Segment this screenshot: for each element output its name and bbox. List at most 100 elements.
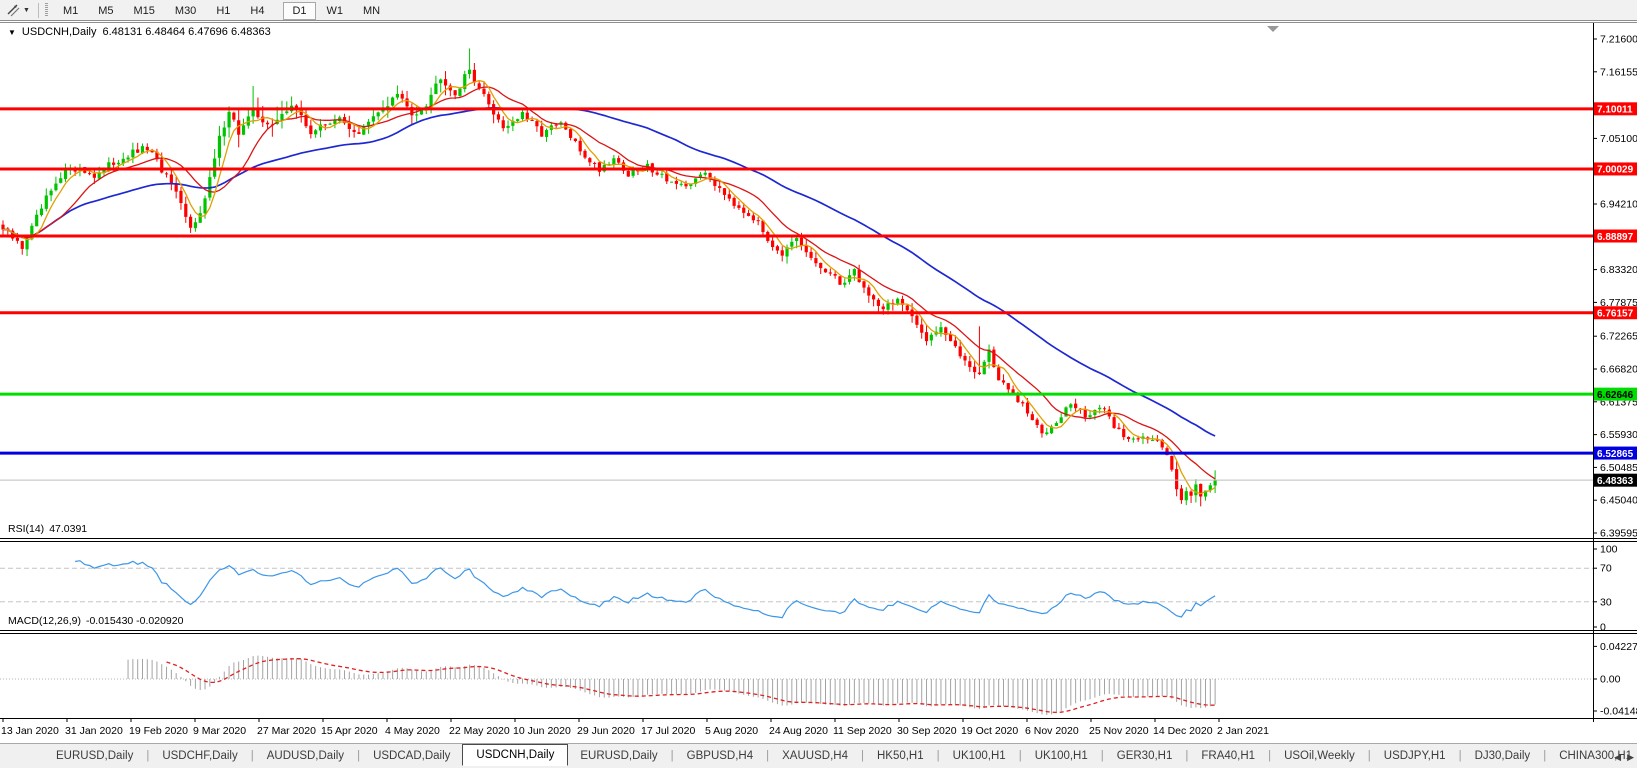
svg-text:31 Jan 2020: 31 Jan 2020 bbox=[65, 725, 123, 737]
svg-text:6.72265: 6.72265 bbox=[1600, 331, 1637, 343]
svg-text:22 May 2020: 22 May 2020 bbox=[449, 725, 510, 737]
tab-scroll-left-icon[interactable]: ◀ bbox=[1614, 752, 1621, 763]
svg-text:0.042275: 0.042275 bbox=[1600, 641, 1637, 653]
svg-text:6.52865: 6.52865 bbox=[1597, 449, 1634, 460]
chart-menu-caret-icon[interactable]: ▼ bbox=[8, 28, 16, 37]
svg-text:13 Jan 2020: 13 Jan 2020 bbox=[1, 725, 59, 737]
toolbar-grip-handle[interactable] bbox=[44, 3, 48, 17]
timeframe-h4-button[interactable]: H4 bbox=[241, 2, 273, 20]
tab-audusd-daily[interactable]: AUDUSD,Daily bbox=[255, 747, 356, 765]
svg-text:24 Aug 2020: 24 Aug 2020 bbox=[769, 725, 828, 737]
tab-usdcad-daily[interactable]: USDCAD,Daily bbox=[361, 747, 462, 765]
tab-usdjpy-h1[interactable]: USDJPY,H1 bbox=[1372, 747, 1458, 765]
svg-text:19 Oct 2020: 19 Oct 2020 bbox=[961, 725, 1018, 737]
svg-text:7.21600: 7.21600 bbox=[1600, 34, 1637, 46]
svg-text:100: 100 bbox=[1600, 544, 1618, 556]
price-axis-badge: 6.48363 bbox=[1594, 473, 1637, 487]
svg-text:9 Mar 2020: 9 Mar 2020 bbox=[193, 725, 246, 737]
svg-text:5 Aug 2020: 5 Aug 2020 bbox=[705, 725, 758, 737]
macd-values: -0.015430 -0.020920 bbox=[85, 615, 184, 627]
price-axis-badge: 6.76157 bbox=[1594, 306, 1637, 320]
svg-text:10 Jun 2020: 10 Jun 2020 bbox=[513, 725, 571, 737]
svg-text:0: 0 bbox=[1600, 622, 1606, 634]
toolbar-separator bbox=[37, 2, 39, 18]
cursor-tool-icon[interactable] bbox=[5, 3, 21, 18]
svg-text:70: 70 bbox=[1600, 563, 1612, 575]
timeframe-h1-button[interactable]: H1 bbox=[207, 2, 239, 20]
macd-indicator-label: MACD(12,26,9) -0.015430 -0.020920 bbox=[8, 615, 183, 627]
svg-text:7.05100: 7.05100 bbox=[1600, 133, 1637, 145]
svg-text:6 Nov 2020: 6 Nov 2020 bbox=[1025, 725, 1079, 737]
symbol-tab-bar: EURUSD,Daily | USDCHF,Daily | AUDUSD,Daily | U… bbox=[0, 743, 1637, 768]
svg-text:25 Nov 2020: 25 Nov 2020 bbox=[1089, 725, 1149, 737]
price-axis-badge: 6.62646 bbox=[1594, 387, 1637, 401]
timeframe-m1-button[interactable]: M1 bbox=[54, 2, 87, 20]
svg-text:14 Dec 2020: 14 Dec 2020 bbox=[1153, 725, 1213, 737]
svg-text:4 May 2020: 4 May 2020 bbox=[385, 725, 440, 737]
price-axis-badge: 7.10011 bbox=[1594, 102, 1637, 116]
chart-area[interactable]: 7.21600 7.16155 7.05100 6.94210 6.83320 6.778… bbox=[0, 22, 1637, 742]
svg-text:6.62646: 6.62646 bbox=[1597, 390, 1634, 401]
svg-text:19 Feb 2020: 19 Feb 2020 bbox=[129, 725, 188, 737]
tab-gbpusd-h4[interactable]: GBPUSD,H4 bbox=[675, 747, 765, 765]
tab-ger30-h1[interactable]: GER30,H1 bbox=[1105, 747, 1185, 765]
chart-ohlc-values: 6.48131 6.48464 6.47696 6.48363 bbox=[102, 26, 271, 38]
svg-text:6.50485: 6.50485 bbox=[1600, 462, 1637, 474]
svg-text:6.83320: 6.83320 bbox=[1600, 264, 1637, 276]
tab-uk100-h1[interactable]: UK100,H1 bbox=[1023, 747, 1100, 765]
price-axis-badge: 7.00029 bbox=[1594, 162, 1637, 176]
svg-text:30: 30 bbox=[1600, 596, 1612, 608]
macd-name: MACD(12,26,9) bbox=[8, 615, 81, 627]
chart-symbol-label: USDCNH,Daily bbox=[21, 26, 97, 38]
tab-scroll-buttons: ◀ ▶ bbox=[1614, 752, 1634, 763]
svg-text:6.48363: 6.48363 bbox=[1597, 476, 1634, 487]
price-axis-badge: 6.52865 bbox=[1594, 446, 1637, 460]
tab-scroll-right-icon[interactable]: ▶ bbox=[1627, 752, 1634, 763]
svg-text:2 Jan 2021: 2 Jan 2021 bbox=[1217, 725, 1269, 737]
tab-xauusd-h4[interactable]: XAUUSD,H4 bbox=[770, 747, 860, 765]
rsi-name: RSI(14) bbox=[8, 523, 45, 535]
price-axis-badge: 6.88897 bbox=[1594, 229, 1637, 243]
tab-usoil-weekly[interactable]: USOil,Weekly bbox=[1272, 747, 1367, 765]
rsi-indicator-label: RSI(14) 47.0391 bbox=[8, 523, 87, 535]
timeframe-m30-button[interactable]: M30 bbox=[166, 2, 205, 20]
svg-text:-0.04148: -0.04148 bbox=[1600, 706, 1637, 718]
timeframe-buttons: M1 M5 M15 M30 H1 H4 D1 W1 MN bbox=[53, 1, 390, 20]
timeframe-w1-button[interactable]: W1 bbox=[318, 2, 353, 20]
svg-text:27 Mar 2020: 27 Mar 2020 bbox=[257, 725, 316, 737]
tab-hk50-h1[interactable]: HK50,H1 bbox=[865, 747, 936, 765]
trading-terminal-window: ▼ M1 M5 M15 M30 H1 H4 D1 W1 MN 7.21600 7.16155 7.0… bbox=[0, 0, 1637, 768]
svg-text:30 Sep 2020: 30 Sep 2020 bbox=[897, 725, 957, 737]
cursor-tool-glyph bbox=[7, 4, 20, 17]
svg-text:15 Apr 2020: 15 Apr 2020 bbox=[321, 725, 378, 737]
tool-dropdown-caret-icon[interactable]: ▼ bbox=[23, 7, 30, 14]
rsi-value: 47.0391 bbox=[49, 523, 88, 535]
tab-eurusd-daily[interactable]: EURUSD,Daily bbox=[44, 747, 145, 765]
timeframe-m15-button[interactable]: M15 bbox=[125, 2, 164, 20]
tab-dj30-daily[interactable]: DJ30,Daily bbox=[1463, 747, 1543, 765]
svg-text:6.76157: 6.76157 bbox=[1597, 309, 1634, 320]
svg-text:7.00029: 7.00029 bbox=[1597, 165, 1634, 176]
tab-usdcnh-daily[interactable]: USDCNH,Daily bbox=[462, 744, 569, 766]
svg-text:6.45040: 6.45040 bbox=[1600, 495, 1637, 507]
timeframe-toolbar: ▼ M1 M5 M15 M30 H1 H4 D1 W1 MN bbox=[0, 0, 1637, 21]
svg-text:6.94210: 6.94210 bbox=[1600, 199, 1637, 211]
svg-text:7.10011: 7.10011 bbox=[1597, 105, 1633, 116]
timeframe-mn-button[interactable]: MN bbox=[354, 2, 389, 20]
tab-usdchf-daily[interactable]: USDCHF,Daily bbox=[150, 747, 249, 765]
svg-text:17 Jul 2020: 17 Jul 2020 bbox=[641, 725, 695, 737]
tab-uk100-h1[interactable]: UK100,H1 bbox=[941, 747, 1018, 765]
svg-text:6.55930: 6.55930 bbox=[1600, 429, 1637, 441]
svg-text:6.39595: 6.39595 bbox=[1600, 528, 1637, 540]
svg-text:7.16155: 7.16155 bbox=[1600, 66, 1637, 78]
tab-eurusd-daily[interactable]: EURUSD,Daily bbox=[568, 747, 669, 765]
svg-text:29 Jun 2020: 29 Jun 2020 bbox=[577, 725, 635, 737]
timeframe-m5-button[interactable]: M5 bbox=[89, 2, 122, 20]
svg-text:6.66820: 6.66820 bbox=[1600, 364, 1637, 376]
svg-text:11 Sep 2020: 11 Sep 2020 bbox=[833, 725, 892, 737]
tab-fra40-h1[interactable]: FRA40,H1 bbox=[1189, 747, 1267, 765]
timeframe-d1-button[interactable]: D1 bbox=[283, 2, 316, 20]
chart-title: ▼ USDCNH,Daily 6.48131 6.48464 6.47696 6… bbox=[8, 26, 271, 38]
svg-text:0.00: 0.00 bbox=[1600, 674, 1621, 686]
price-chart-canvas[interactable]: 7.216007.161557.051006.942106.833206.778… bbox=[0, 22, 1637, 742]
